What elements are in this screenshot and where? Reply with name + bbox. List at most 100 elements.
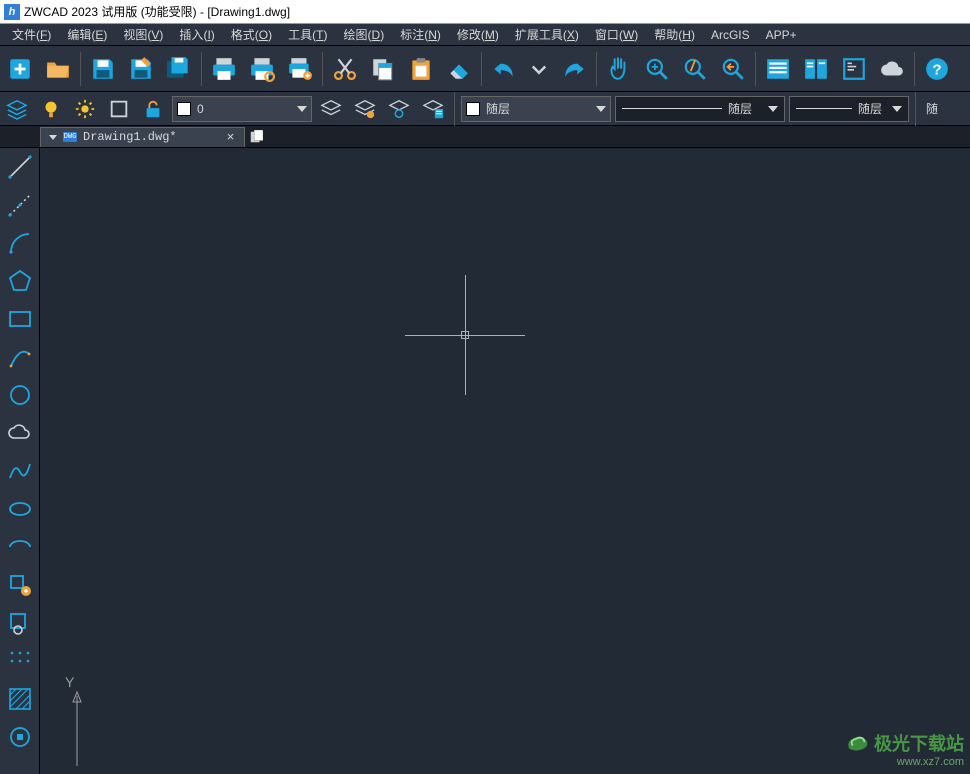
- chevron-down-icon: [529, 59, 549, 79]
- polygon-button[interactable]: [3, 264, 37, 298]
- tool-palette-button[interactable]: [836, 51, 872, 87]
- document-tab[interactable]: DWG Drawing1.dwg* ×: [40, 127, 245, 147]
- arc-button[interactable]: [3, 226, 37, 260]
- cloud-button[interactable]: [874, 51, 910, 87]
- copy-button[interactable]: [365, 51, 401, 87]
- tab-title: Drawing1.dwg*: [83, 130, 177, 144]
- new-button[interactable]: [2, 51, 38, 87]
- saveas-button[interactable]: [123, 51, 159, 87]
- revcloud-button[interactable]: [3, 416, 37, 450]
- linetype-preview: [622, 108, 722, 109]
- menu-insert[interactable]: 插入(I): [171, 24, 222, 45]
- publish-button[interactable]: [282, 51, 318, 87]
- polygon-icon: [7, 268, 33, 294]
- undo-dd-button[interactable]: [524, 54, 554, 84]
- zoom-prev-button[interactable]: [715, 51, 751, 87]
- eraser-icon: [446, 56, 472, 82]
- rectangle-button[interactable]: [3, 302, 37, 336]
- saveall-button[interactable]: [161, 51, 197, 87]
- cut-button[interactable]: [327, 51, 363, 87]
- menu-dimension[interactable]: 标注(N): [392, 24, 449, 45]
- layer-lock-button[interactable]: [104, 95, 134, 123]
- watermark-text: 极光下载站: [874, 730, 964, 756]
- arc3p-button[interactable]: [3, 340, 37, 374]
- undo-icon: [491, 56, 517, 82]
- menu-help[interactable]: 帮助(H): [646, 24, 703, 45]
- ellipse-button[interactable]: [3, 492, 37, 526]
- layer-previous-button[interactable]: [316, 95, 346, 123]
- menu-express[interactable]: 扩展工具(X): [507, 24, 587, 45]
- save-button[interactable]: [85, 51, 121, 87]
- circle-button[interactable]: [3, 378, 37, 412]
- square-icon: [108, 98, 130, 120]
- publish-icon: [287, 56, 313, 82]
- print-button[interactable]: [206, 51, 242, 87]
- menu-view[interactable]: 视图(V): [115, 24, 171, 45]
- chevron-down-icon: [297, 106, 307, 112]
- help-icon: ?: [924, 56, 950, 82]
- hatch-icon: [7, 686, 33, 712]
- paste-button[interactable]: [403, 51, 439, 87]
- saveas-icon: [128, 56, 154, 82]
- menu-edit[interactable]: 编辑(E): [59, 24, 115, 45]
- menu-arcgis[interactable]: ArcGIS: [703, 26, 758, 44]
- watermark-url: www.xz7.com: [844, 756, 964, 768]
- layer-freeze-button[interactable]: [70, 95, 100, 123]
- layer-on-button[interactable]: [36, 95, 66, 123]
- menu-window[interactable]: 窗口(W): [587, 24, 646, 45]
- document-tabstrip: DWG Drawing1.dwg* ×: [0, 126, 970, 148]
- ray-button[interactable]: [3, 188, 37, 222]
- circle-icon: [7, 382, 33, 408]
- color-combo[interactable]: 随层: [461, 96, 611, 122]
- hatch-button[interactable]: [3, 682, 37, 716]
- layer-walk-button[interactable]: [418, 95, 448, 123]
- undo-button[interactable]: [486, 51, 522, 87]
- lw-preview: [796, 108, 852, 109]
- zoom-window-button[interactable]: [677, 51, 713, 87]
- menu-file[interactable]: 文件(F): [4, 24, 59, 45]
- chevron-down-icon: [49, 135, 57, 140]
- layer-state-button[interactable]: [350, 95, 380, 123]
- new-tab-button[interactable]: [245, 127, 267, 147]
- properties-button[interactable]: [760, 51, 796, 87]
- workspace: Y 极光下载站 www.xz7.com: [0, 148, 970, 774]
- layer-state-icon: [354, 98, 376, 120]
- pan-button[interactable]: [601, 51, 637, 87]
- linetype-combo[interactable]: 随层: [615, 96, 785, 122]
- make-block-button[interactable]: [3, 606, 37, 640]
- help-button[interactable]: ?: [919, 51, 955, 87]
- spline-icon: [7, 458, 33, 484]
- unlock-icon: [142, 98, 164, 120]
- zoom-realtime-button[interactable]: [639, 51, 675, 87]
- print-preview-button[interactable]: [244, 51, 280, 87]
- draw-toolbar: [0, 148, 40, 774]
- designcenter-button[interactable]: [798, 51, 834, 87]
- ellipsearc-button[interactable]: [3, 530, 37, 564]
- insert-block-button[interactable]: [3, 568, 37, 602]
- lineweight-combo[interactable]: 随层: [789, 96, 909, 122]
- erase-button[interactable]: [441, 51, 477, 87]
- point-button[interactable]: [3, 644, 37, 678]
- layer-current-name: 0: [197, 102, 204, 116]
- layer-iso-icon: [388, 98, 410, 120]
- redo-button[interactable]: [556, 51, 592, 87]
- menu-modify[interactable]: 修改(M): [449, 24, 507, 45]
- layer-iso-button[interactable]: [384, 95, 414, 123]
- menu-tools[interactable]: 工具(T): [280, 24, 335, 45]
- menu-appplus[interactable]: APP+: [758, 26, 805, 44]
- layer-combo[interactable]: 0: [172, 96, 312, 122]
- color-swatch: [177, 102, 191, 116]
- layer-manager-button[interactable]: [2, 95, 32, 123]
- paste-icon: [408, 56, 434, 82]
- layer-unlock-button[interactable]: [138, 95, 168, 123]
- spline-button[interactable]: [3, 454, 37, 488]
- tab-close-button[interactable]: ×: [225, 130, 237, 145]
- line-button[interactable]: [3, 150, 37, 184]
- menu-draw[interactable]: 绘图(D): [336, 24, 393, 45]
- drawing-canvas[interactable]: Y 极光下载站 www.xz7.com: [40, 148, 970, 774]
- menu-format[interactable]: 格式(O): [223, 24, 280, 45]
- menubar: 文件(F) 编辑(E) 视图(V) 插入(I) 格式(O) 工具(T) 绘图(D…: [0, 24, 970, 46]
- region-button[interactable]: [3, 720, 37, 754]
- open-button[interactable]: [40, 51, 76, 87]
- arc3p-icon: [7, 344, 33, 370]
